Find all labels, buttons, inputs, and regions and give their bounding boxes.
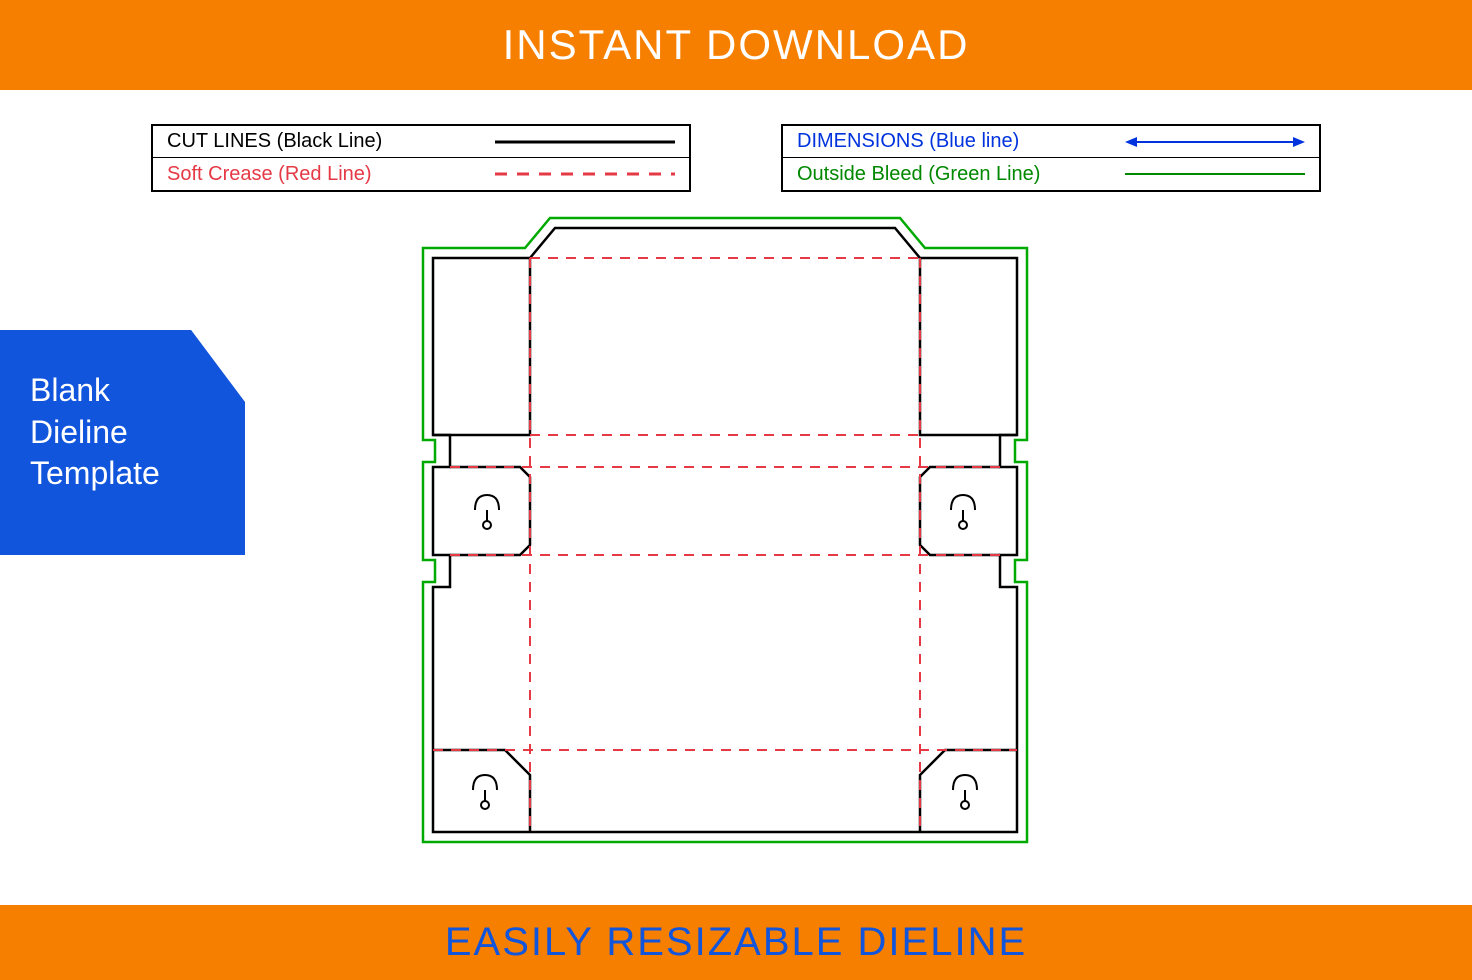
bottom-banner: EASILY RESIZABLE DIELINE (0, 905, 1472, 980)
legend-row-cut: CUT LINES (Black Line) (153, 126, 689, 158)
dieline-diagram (415, 210, 1035, 850)
legend-sample-bleed (1125, 172, 1305, 176)
legend-label-bleed: Outside Bleed (Green Line) (797, 163, 1125, 186)
top-banner-title: INSTANT DOWNLOAD (503, 21, 970, 69)
legend-row-bleed: Outside Bleed (Green Line) (783, 158, 1319, 190)
legend-row-crease: Soft Crease (Red Line) (153, 158, 689, 190)
top-banner: INSTANT DOWNLOAD (0, 0, 1472, 90)
legend-sample-crease (495, 172, 675, 176)
legend-area: CUT LINES (Black Line) Soft Crease (Red … (0, 124, 1472, 192)
bottom-banner-title: EASILY RESIZABLE DIELINE (445, 920, 1027, 965)
legend-label-crease: Soft Crease (Red Line) (167, 163, 495, 186)
legend-sample-cut (495, 140, 675, 144)
legend-label-dim: DIMENSIONS (Blue line) (797, 130, 1125, 153)
legend-box-left: CUT LINES (Black Line) Soft Crease (Red … (151, 124, 691, 192)
legend-label-cut: CUT LINES (Black Line) (167, 130, 495, 153)
legend-row-dim: DIMENSIONS (Blue line) (783, 126, 1319, 158)
badge-line2: Dieline (30, 412, 225, 454)
side-badge: Blank Dieline Template (0, 330, 245, 555)
legend-sample-dim (1125, 135, 1305, 149)
legend-box-right: DIMENSIONS (Blue line) Outside Bleed (Gr… (781, 124, 1321, 192)
badge-line3: Template (30, 453, 225, 495)
badge-line1: Blank (30, 370, 225, 412)
